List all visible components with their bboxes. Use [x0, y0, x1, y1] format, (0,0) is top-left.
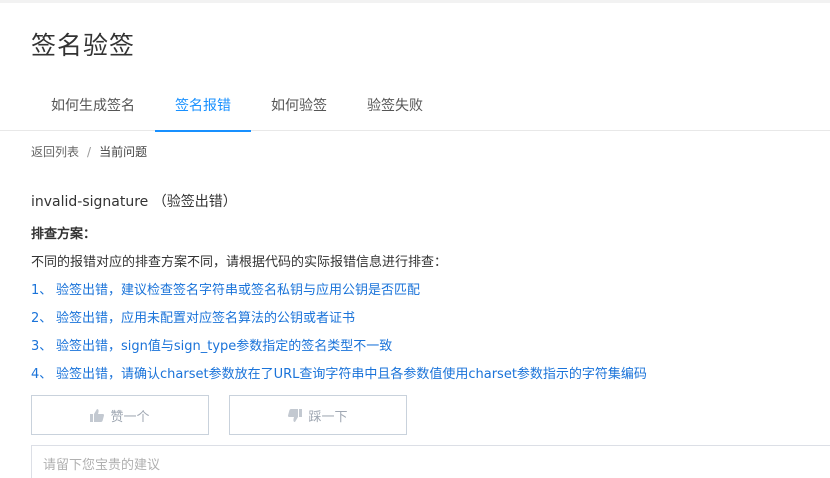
tab-how-to-verify[interactable]: 如何验签 — [262, 86, 336, 131]
page-title: 签名验签 — [31, 31, 136, 60]
solution-item-link[interactable]: 验签出错，请确认charset参数放在了URL查询字符串中且各参数值使用char… — [56, 367, 647, 382]
solution-item: 3、 验签出错，sign值与sign_type参数指定的签名类型不一致 — [31, 335, 392, 354]
solution-item-link[interactable]: 验签出错，sign值与sign_type参数指定的签名类型不一致 — [56, 339, 392, 354]
solution-intro: 不同的报错对应的排查方案不同，请根据代码的实际报错信息进行排查： — [31, 255, 448, 270]
solution-item-number: 3、 — [31, 339, 53, 354]
solution-heading: 排查方案： — [31, 227, 97, 242]
like-button[interactable]: 赞一个 — [31, 395, 209, 435]
tab-verify-failure[interactable]: 验签失败 — [356, 86, 434, 131]
thumbs-up-icon — [90, 408, 105, 422]
solution-item-number: 1、 — [31, 283, 53, 298]
top-divider — [0, 0, 830, 3]
solution-item-number: 4、 — [31, 367, 53, 382]
solution-item-number: 2、 — [31, 311, 53, 326]
thumbs-down-icon — [288, 408, 303, 422]
breadcrumb-separator: / — [87, 145, 92, 159]
dislike-button-label: 踩一下 — [308, 409, 348, 425]
tab-bar: 如何生成签名 签名报错 如何验签 验签失败 — [0, 86, 830, 132]
solution-item: 1、 验签出错，建议检查签名字符串或签名私钥与应用公钥是否匹配 — [31, 279, 420, 298]
breadcrumb-back-link[interactable]: 返回列表 — [31, 145, 79, 159]
breadcrumb-current: 当前问题 — [99, 145, 148, 159]
dislike-button[interactable]: 踩一下 — [229, 395, 407, 435]
breadcrumb: 返回列表 / 当前问题 — [31, 143, 147, 160]
solution-item: 4、 验签出错，请确认charset参数放在了URL查询字符串中且各参数值使用ch… — [31, 363, 647, 382]
tab-how-to-sign[interactable]: 如何生成签名 — [38, 86, 148, 131]
solution-item-link[interactable]: 验签出错，应用未配置对应签名算法的公钥或者证书 — [56, 311, 355, 326]
like-button-label: 赞一个 — [110, 409, 150, 425]
solution-item: 2、 验签出错，应用未配置对应签名算法的公钥或者证书 — [31, 307, 355, 326]
suggestion-input[interactable] — [31, 445, 830, 478]
solution-item-link[interactable]: 验签出错，建议检查签名字符串或签名私钥与应用公钥是否匹配 — [56, 283, 420, 298]
tab-sign-error[interactable]: 签名报错 — [155, 86, 251, 132]
issue-title: invalid-signature （验签出错） — [31, 194, 237, 210]
